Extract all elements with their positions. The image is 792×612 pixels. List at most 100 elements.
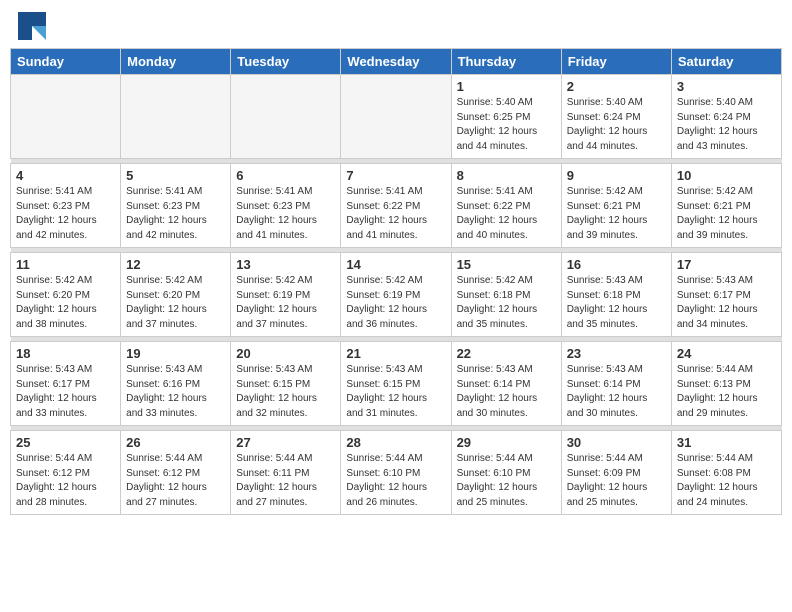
day-number: 18: [16, 346, 115, 361]
day-number: 6: [236, 168, 335, 183]
day-cell-28: 28 Sunrise: 5:44 AM Sunset: 6:10 PM Dayli…: [341, 431, 451, 515]
weekday-header-tuesday: Tuesday: [231, 49, 341, 75]
day-cell-26: 26Sunrise: 5:44 AM Sunset: 6:12 PM Dayli…: [121, 431, 231, 515]
day-cell-29: 29 Sunrise: 5:44 AM Sunset: 6:10 PM Dayli…: [451, 431, 561, 515]
day-number: 21: [346, 346, 445, 361]
day-info: Sunrise: 5:42 AM Sunset: 6:20 PM Dayligh…: [126, 274, 225, 332]
day-info: Sunrise: 5:43 AM Sunset: 6:15 PM Dayligh…: [236, 363, 335, 421]
day-number: 22: [457, 346, 556, 361]
day-info: Sunrise: 5:42 AM Sunset: 6:18 PM Dayligh…: [457, 274, 556, 332]
day-info: Sunrise: 5:43 AM Sunset: 6:18 PM Dayligh…: [567, 274, 666, 332]
day-info: Sunrise: 5:42 AM Sunset: 6:19 PM Dayligh…: [236, 274, 335, 332]
day-cell-27: 27Sunrise: 5:44 AM Sunset: 6:11 PM Dayli…: [231, 431, 341, 515]
day-number: 13: [236, 257, 335, 272]
day-cell-1: 1 Sunrise: 5:40 AM Sunset: 6:25 PM Daylig…: [451, 75, 561, 159]
day-info: Sunrise: 5:41 AM Sunset: 6:23 PM Dayligh…: [126, 185, 225, 243]
day-number: 16: [567, 257, 666, 272]
day-info: Sunrise: 5:40 AM Sunset: 6:24 PM Dayligh…: [677, 96, 776, 154]
day-cell-21: 21 Sunrise: 5:43 AM Sunset: 6:15 PM Dayli…: [341, 342, 451, 426]
day-number: 12: [126, 257, 225, 272]
day-cell-9: 9 Sunrise: 5:42 AM Sunset: 6:21 PM Daylig…: [561, 164, 671, 248]
day-info: Sunrise: 5:42 AM Sunset: 6:20 PM Dayligh…: [16, 274, 115, 332]
day-number: 25: [16, 435, 115, 450]
day-cell-6: 6Sunrise: 5:41 AM Sunset: 6:23 PM Daylig…: [231, 164, 341, 248]
day-number: 14: [346, 257, 445, 272]
day-cell-4: 4 Sunrise: 5:41 AM Sunset: 6:23 PM Daylig…: [11, 164, 121, 248]
weekday-header-row: SundayMondayTuesdayWednesdayThursdayFrid…: [11, 49, 782, 75]
day-number: 7: [346, 168, 445, 183]
day-info: Sunrise: 5:44 AM Sunset: 6:09 PM Dayligh…: [567, 452, 666, 510]
day-number: 8: [457, 168, 556, 183]
day-cell-20: 20 Sunrise: 5:43 AM Sunset: 6:15 PM Dayli…: [231, 342, 341, 426]
day-number: 1: [457, 79, 556, 94]
day-cell-17: 17Sunrise: 5:43 AM Sunset: 6:17 PM Dayli…: [671, 253, 781, 337]
day-cell-23: 23 Sunrise: 5:43 AM Sunset: 6:14 PM Dayli…: [561, 342, 671, 426]
day-info: Sunrise: 5:44 AM Sunset: 6:10 PM Dayligh…: [346, 452, 445, 510]
day-number: 10: [677, 168, 776, 183]
day-cell-7: 7Sunrise: 5:41 AM Sunset: 6:22 PM Daylig…: [341, 164, 451, 248]
day-number: 29: [457, 435, 556, 450]
day-number: 9: [567, 168, 666, 183]
day-info: Sunrise: 5:40 AM Sunset: 6:25 PM Dayligh…: [457, 96, 556, 154]
day-info: Sunrise: 5:42 AM Sunset: 6:21 PM Dayligh…: [567, 185, 666, 243]
day-number: 26: [126, 435, 225, 450]
weekday-header-thursday: Thursday: [451, 49, 561, 75]
day-number: 31: [677, 435, 776, 450]
day-cell-8: 8 Sunrise: 5:41 AM Sunset: 6:22 PM Daylig…: [451, 164, 561, 248]
day-cell-30: 30 Sunrise: 5:44 AM Sunset: 6:09 PM Dayli…: [561, 431, 671, 515]
day-info: Sunrise: 5:42 AM Sunset: 6:19 PM Dayligh…: [346, 274, 445, 332]
day-number: 24: [677, 346, 776, 361]
day-info: Sunrise: 5:43 AM Sunset: 6:14 PM Dayligh…: [567, 363, 666, 421]
day-info: Sunrise: 5:44 AM Sunset: 6:10 PM Dayligh…: [457, 452, 556, 510]
week-row: 4 Sunrise: 5:41 AM Sunset: 6:23 PM Daylig…: [11, 164, 782, 248]
day-cell-19: 19Sunrise: 5:43 AM Sunset: 6:16 PM Dayli…: [121, 342, 231, 426]
calendar: SundayMondayTuesdayWednesdayThursdayFrid…: [10, 48, 782, 515]
day-number: 17: [677, 257, 776, 272]
empty-cell: [341, 75, 451, 159]
day-cell-3: 3 Sunrise: 5:40 AM Sunset: 6:24 PM Daylig…: [671, 75, 781, 159]
day-cell-25: 25 Sunrise: 5:44 AM Sunset: 6:12 PM Dayli…: [11, 431, 121, 515]
day-number: 15: [457, 257, 556, 272]
day-info: Sunrise: 5:41 AM Sunset: 6:23 PM Dayligh…: [16, 185, 115, 243]
day-cell-10: 10 Sunrise: 5:42 AM Sunset: 6:21 PM Dayli…: [671, 164, 781, 248]
empty-cell: [121, 75, 231, 159]
week-row: 18 Sunrise: 5:43 AM Sunset: 6:17 PM Dayli…: [11, 342, 782, 426]
day-info: Sunrise: 5:41 AM Sunset: 6:22 PM Dayligh…: [457, 185, 556, 243]
day-number: 5: [126, 168, 225, 183]
day-number: 11: [16, 257, 115, 272]
header: [0, 0, 792, 48]
day-info: Sunrise: 5:42 AM Sunset: 6:21 PM Dayligh…: [677, 185, 776, 243]
weekday-header-wednesday: Wednesday: [341, 49, 451, 75]
day-number: 28: [346, 435, 445, 450]
day-cell-18: 18 Sunrise: 5:43 AM Sunset: 6:17 PM Dayli…: [11, 342, 121, 426]
day-cell-11: 11 Sunrise: 5:42 AM Sunset: 6:20 PM Dayli…: [11, 253, 121, 337]
day-info: Sunrise: 5:43 AM Sunset: 6:15 PM Dayligh…: [346, 363, 445, 421]
day-cell-15: 15 Sunrise: 5:42 AM Sunset: 6:18 PM Dayli…: [451, 253, 561, 337]
day-info: Sunrise: 5:44 AM Sunset: 6:11 PM Dayligh…: [236, 452, 335, 510]
day-number: 4: [16, 168, 115, 183]
day-number: 3: [677, 79, 776, 94]
empty-cell: [231, 75, 341, 159]
logo-icon: [18, 12, 46, 40]
day-number: 2: [567, 79, 666, 94]
day-cell-16: 16 Sunrise: 5:43 AM Sunset: 6:18 PM Dayli…: [561, 253, 671, 337]
day-info: Sunrise: 5:44 AM Sunset: 6:12 PM Dayligh…: [16, 452, 115, 510]
day-number: 20: [236, 346, 335, 361]
day-number: 30: [567, 435, 666, 450]
day-info: Sunrise: 5:40 AM Sunset: 6:24 PM Dayligh…: [567, 96, 666, 154]
day-number: 23: [567, 346, 666, 361]
day-number: 19: [126, 346, 225, 361]
day-info: Sunrise: 5:43 AM Sunset: 6:14 PM Dayligh…: [457, 363, 556, 421]
day-info: Sunrise: 5:43 AM Sunset: 6:17 PM Dayligh…: [16, 363, 115, 421]
day-cell-14: 14 Sunrise: 5:42 AM Sunset: 6:19 PM Dayli…: [341, 253, 451, 337]
day-cell-2: 2 Sunrise: 5:40 AM Sunset: 6:24 PM Daylig…: [561, 75, 671, 159]
logo: [18, 12, 48, 40]
weekday-header-friday: Friday: [561, 49, 671, 75]
day-cell-12: 12 Sunrise: 5:42 AM Sunset: 6:20 PM Dayli…: [121, 253, 231, 337]
day-info: Sunrise: 5:44 AM Sunset: 6:08 PM Dayligh…: [677, 452, 776, 510]
empty-cell: [11, 75, 121, 159]
weekday-header-sunday: Sunday: [11, 49, 121, 75]
week-row: 1 Sunrise: 5:40 AM Sunset: 6:25 PM Daylig…: [11, 75, 782, 159]
day-cell-24: 24Sunrise: 5:44 AM Sunset: 6:13 PM Dayli…: [671, 342, 781, 426]
week-row: 11 Sunrise: 5:42 AM Sunset: 6:20 PM Dayli…: [11, 253, 782, 337]
